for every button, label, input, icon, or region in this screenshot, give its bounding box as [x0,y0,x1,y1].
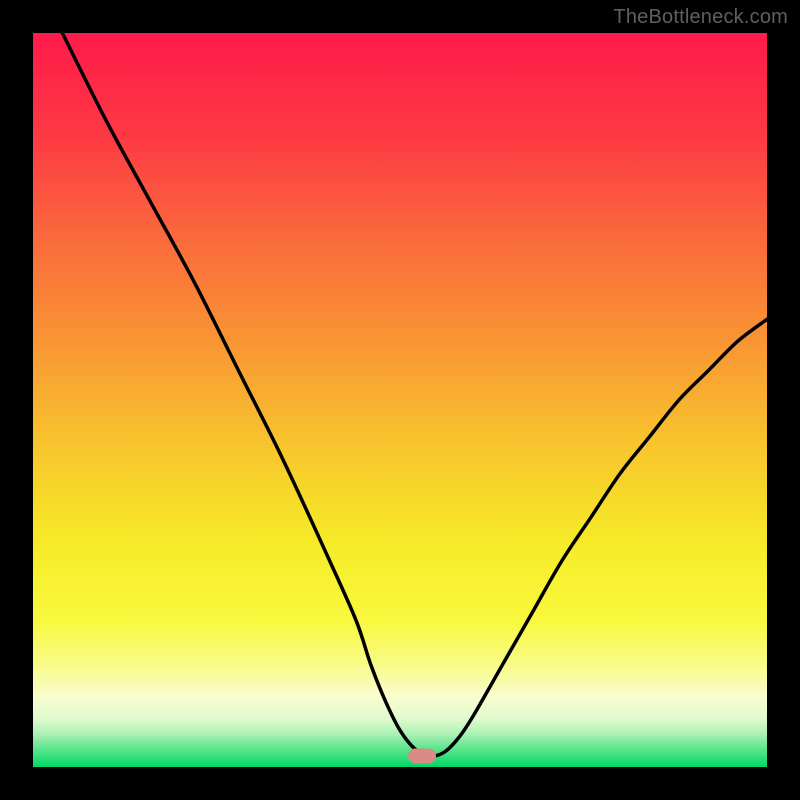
plot-area [33,33,767,767]
watermark-text: TheBottleneck.com [613,6,788,29]
gradient-background [33,33,767,767]
chart-stage: TheBottleneck.com [0,0,800,800]
